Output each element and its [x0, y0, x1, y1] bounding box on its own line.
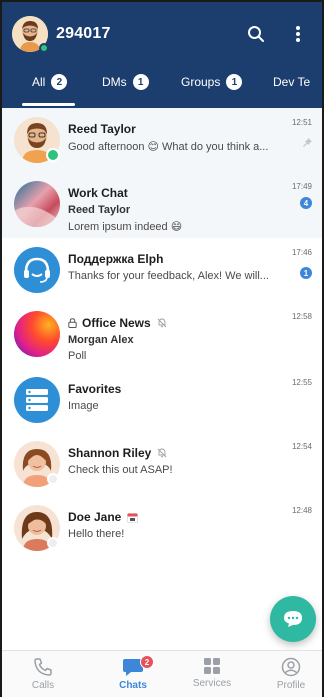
avatar	[14, 247, 60, 293]
chat-title: Doe Jane	[68, 510, 139, 524]
search-icon	[248, 26, 264, 42]
unread-count-badge: 4	[300, 197, 312, 209]
tab-label: DMs	[102, 75, 127, 89]
chat-row-reed-taylor[interactable]: Reed Taylor Good afternoon 😊 What do you…	[2, 108, 322, 172]
tab-dms[interactable]: DMs 1	[102, 68, 149, 108]
last-message: Thanks for your feedback, Alex! We will.…	[68, 270, 269, 282]
nav-label: Calls	[31, 680, 55, 691]
tab-badge: 2	[51, 74, 68, 90]
message-time: 12:54	[291, 442, 312, 451]
lock-icon	[68, 318, 77, 328]
new-chat-button[interactable]	[270, 596, 316, 642]
chat-list: Reed Taylor Good afternoon 😊 What do you…	[2, 108, 322, 560]
chat-row-shannon-riley[interactable]: Shannon Riley Check this out ASAP! 12:54	[2, 432, 322, 496]
chat-title: Reed Taylor	[68, 122, 136, 136]
grid-icon	[204, 658, 220, 674]
nav-profile[interactable]: Profile	[256, 651, 322, 697]
avatar	[14, 181, 60, 227]
last-message: Hello there!	[68, 528, 125, 540]
app-window: 294017 All 2 DMs 1 Groups 1 Dev Te Reed …	[0, 0, 324, 697]
chat-row-office-news[interactable]: Office News Morgan Alex Poll 12:58	[2, 302, 322, 368]
message-time: 12:58	[291, 312, 312, 321]
nav-services[interactable]: Services	[177, 651, 247, 697]
chat-bubble-icon	[284, 611, 302, 627]
nav-calls[interactable]: Calls	[8, 651, 78, 697]
chat-title: Work Chat	[68, 186, 128, 200]
message-time: 12:55	[291, 378, 312, 387]
message-time: 12:51	[291, 118, 312, 127]
last-sender: Reed Taylor	[68, 204, 131, 216]
avatar	[14, 377, 60, 423]
bottom-navigation: Calls 2 Chats Services Profile	[2, 650, 322, 697]
calendar-icon	[127, 512, 139, 523]
nav-unread-badge: 2	[140, 655, 154, 669]
last-message: Poll	[68, 350, 87, 362]
unread-count-badge: 1	[300, 267, 312, 279]
tab-all[interactable]: All 2	[21, 68, 76, 108]
last-message: Lorem ipsum indeed 😄	[68, 221, 183, 233]
my-online-status	[39, 43, 49, 53]
chat-title: Поддержка Elph	[68, 252, 164, 266]
chat-row-favorites[interactable]: Favorites Image 12:55	[2, 368, 322, 432]
profile-icon	[281, 657, 301, 677]
tab-label: Groups	[181, 75, 221, 89]
offline-status-dot	[47, 537, 59, 549]
app-header: 294017 All 2 DMs 1 Groups 1 Dev Te	[2, 2, 322, 108]
nav-label: Profile	[276, 680, 306, 691]
search-button[interactable]	[244, 22, 268, 46]
chat-title: Favorites	[68, 382, 122, 396]
chat-filter-tabs: All 2 DMs 1 Groups 1 Dev Te	[2, 68, 322, 108]
tab-label: All	[32, 75, 46, 89]
vertical-dots-icon	[296, 26, 300, 42]
tab-groups[interactable]: Groups 1	[181, 68, 243, 108]
tab-badge: 1	[226, 74, 243, 90]
muted-bell-icon	[157, 318, 167, 328]
muted-bell-icon	[157, 448, 167, 458]
message-time: 17:49	[291, 182, 312, 191]
last-message: Image	[68, 400, 99, 412]
offline-status-dot	[47, 473, 59, 485]
chat-title: Shannon Riley	[68, 446, 167, 460]
last-sender: Morgan Alex	[68, 334, 134, 346]
nav-label: Services	[192, 678, 232, 689]
chat-row-work-chat[interactable]: Work Chat Reed Taylor Lorem ipsum indeed…	[2, 172, 322, 238]
message-time: 17:46	[291, 248, 312, 257]
chat-row-doe-jane[interactable]: Doe Jane Hello there! 12:48	[2, 496, 322, 560]
pin-icon	[303, 134, 312, 152]
nav-chats[interactable]: 2 Chats	[98, 651, 168, 697]
phone-icon	[34, 658, 52, 676]
tab-label: Dev Te	[273, 75, 311, 89]
last-message: Good afternoon 😊 What do you think a...	[68, 141, 269, 153]
account-name: 294017	[56, 25, 111, 42]
chat-row-support-elph[interactable]: Поддержка Elph Thanks for your feedback,…	[2, 238, 322, 302]
tab-dev-team[interactable]: Dev Te	[273, 68, 310, 108]
more-options-button[interactable]	[286, 22, 310, 46]
message-time: 12:48	[291, 506, 312, 515]
last-message: Check this out ASAP!	[68, 464, 173, 476]
chat-title: Office News	[68, 316, 167, 330]
online-status-dot	[46, 148, 60, 162]
avatar	[14, 311, 60, 357]
header-top-bar: 294017	[2, 16, 322, 53]
tab-badge: 1	[132, 74, 149, 90]
nav-label: Chats	[119, 680, 147, 691]
